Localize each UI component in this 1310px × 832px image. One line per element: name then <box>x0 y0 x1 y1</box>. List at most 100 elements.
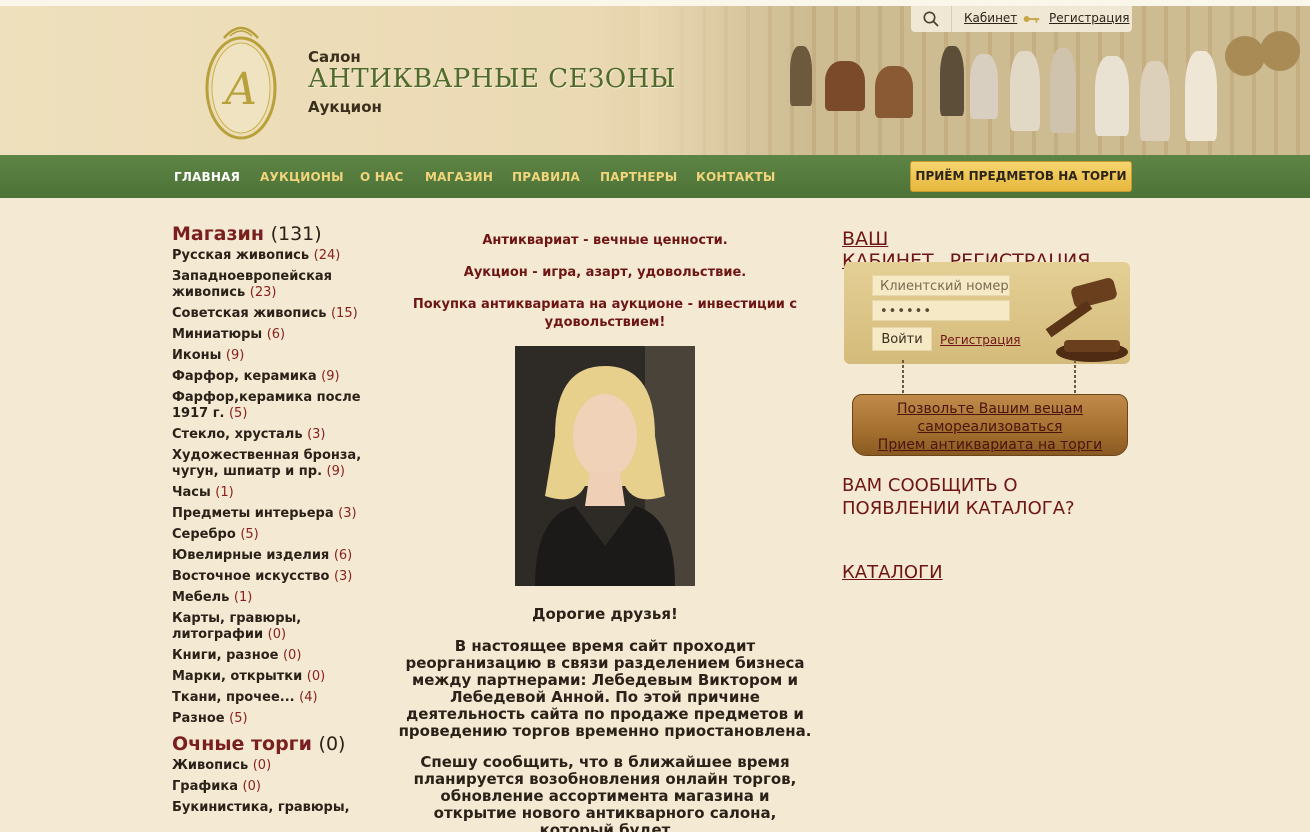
nav-item-auctions[interactable]: АУКЦИОНЫ <box>260 170 344 184</box>
shop-item-count: (15) <box>330 306 358 321</box>
shop-item-label[interactable]: Ювелирные изделия <box>172 548 329 563</box>
shop-item-label[interactable]: Разное <box>172 711 225 726</box>
shop-item-label[interactable]: Иконы <box>172 348 221 363</box>
shop-item-label[interactable]: Советская живопись <box>172 306 326 321</box>
shop-item-count: (1) <box>233 590 253 605</box>
shop-item[interactable]: Часы (1) <box>172 485 372 501</box>
svg-text:A: A <box>221 64 257 115</box>
catalogs-link[interactable]: КАТАЛОГИ <box>842 562 943 583</box>
password-input[interactable]: •••••• <box>872 300 1010 321</box>
shop-item-label[interactable]: Миниатюры <box>172 327 262 342</box>
shop-item-label[interactable]: Марки, открытки <box>172 669 302 684</box>
shop-item-count: (1) <box>215 485 234 500</box>
sign-line-3[interactable]: Прием антиквариата на торги <box>853 436 1127 454</box>
shop-item[interactable]: Фарфор, керамика (9) <box>172 369 372 385</box>
nav-item-about[interactable]: О НАС <box>360 170 404 184</box>
login-button[interactable]: Войти <box>872 327 932 351</box>
portrait-image <box>515 346 695 586</box>
shop-item-count: (5) <box>229 711 248 726</box>
shop-item-label[interactable]: Русская живопись <box>172 248 309 263</box>
shop-item-label[interactable]: Фарфор,керамика после 1917 г. <box>172 390 361 421</box>
shop-item[interactable]: Разное (5) <box>172 711 372 727</box>
shop-item-count: (5) <box>228 406 248 421</box>
greeting: Дорогие друзья! <box>532 605 678 623</box>
shop-item[interactable]: Предметы интерьера (3) <box>172 506 372 522</box>
shop-item[interactable]: Мебель (1) <box>172 590 372 606</box>
logo-icon[interactable]: A <box>202 18 280 142</box>
shop-item[interactable]: Фарфор,керамика после 1917 г. (5) <box>172 390 372 422</box>
search-icon[interactable] <box>922 10 940 28</box>
shop-item[interactable]: Марки, открытки (0) <box>172 669 372 685</box>
sign-chain-left <box>902 360 904 398</box>
shop-item[interactable]: Ткани, прочее... (4) <box>172 690 372 706</box>
live-auctions-heading[interactable]: Очные торги (0) <box>172 732 372 756</box>
nav-item-partners[interactable]: ПАРТНЕРЫ <box>600 170 677 184</box>
live-item-label[interactable]: Графика <box>172 779 238 794</box>
shop-item-count: (4) <box>299 690 318 705</box>
shop-item[interactable]: Советская живопись (15) <box>172 306 372 322</box>
shop-item-label[interactable]: Книги, разное <box>172 648 278 663</box>
shop-item-label[interactable]: Фарфор, керамика <box>172 369 317 384</box>
shop-item[interactable]: Ювелирные изделия (6) <box>172 548 372 564</box>
live-auctions-title[interactable]: Очные торги <box>172 733 312 755</box>
login-panel: Клиентский номер •••••• Войти Регистраци… <box>844 262 1130 364</box>
reorganization-paragraph: В настоящее время сайт проходит реоргани… <box>398 637 812 740</box>
submit-items-button[interactable]: ПРИЁМ ПРЕДМЕТОВ НА ТОРГИ <box>910 161 1132 192</box>
shop-heading-title[interactable]: Магазин <box>172 223 264 245</box>
brand-title[interactable]: АНТИКВАРНЫЕ СЕЗОНЫ <box>308 64 676 94</box>
live-item-label[interactable]: Живопись <box>172 758 248 773</box>
tagline-antiques: Антиквариат - вечные ценности. <box>482 233 728 248</box>
topbar-divider <box>951 6 952 32</box>
register-link[interactable]: Регистрация <box>1049 11 1129 25</box>
cabinet-link[interactable]: Кабинет <box>964 11 1017 25</box>
shop-item-label[interactable]: Ткани, прочее... <box>172 690 295 705</box>
shop-item-count: (9) <box>326 464 345 479</box>
shop-item-count: (0) <box>306 669 326 684</box>
gavel-icon <box>1045 278 1128 362</box>
shop-item[interactable]: Западноевропейская живопись (23) <box>172 269 372 301</box>
shop-item-label[interactable]: Восточное искусство <box>172 569 329 584</box>
shop-item-count: (23) <box>249 285 277 300</box>
nav-item-home[interactable]: ГЛАВНАЯ <box>174 170 240 184</box>
shop-item-count: (5) <box>240 527 259 542</box>
nav-item-shop[interactable]: МАГАЗИН <box>425 170 493 184</box>
shop-item-label[interactable]: Мебель <box>172 590 229 605</box>
nav-item-contacts[interactable]: КОНТАКТЫ <box>696 170 776 184</box>
sign-line-1[interactable]: Позвольте Вашим вещам <box>853 400 1127 418</box>
catalog-notify-link[interactable]: ВАМ СООБЩИТЬ О ПОЯВЛЕНИИ КАТАЛОГА? <box>842 474 1092 520</box>
shop-item[interactable]: Миниатюры (6) <box>172 327 372 343</box>
shop-item-count: (24) <box>313 248 341 263</box>
client-number-input[interactable]: Клиентский номер <box>872 275 1010 296</box>
tagline-auction: Аукцион - игра, азарт, удовольствие. <box>463 265 747 280</box>
login-register-link[interactable]: Регистрация <box>940 333 1020 347</box>
shop-item-count: (0) <box>282 648 302 663</box>
shop-heading[interactable]: Магазин (131) <box>172 222 372 246</box>
live-item[interactable]: Графика (0) <box>172 779 372 795</box>
shop-item-label[interactable]: Серебро <box>172 527 236 542</box>
shop-item-count: (3) <box>307 427 326 442</box>
shop-item[interactable]: Русская живопись (24) <box>172 248 372 264</box>
nav-item-rules[interactable]: ПРАВИЛА <box>512 170 580 184</box>
shop-item-label[interactable]: Предметы интерьера <box>172 506 334 521</box>
shop-item[interactable]: Восточное искусство (3) <box>172 569 372 585</box>
brand-auction: Аукцион <box>308 98 382 116</box>
shop-item[interactable]: Карты, гравюры, литографии (0) <box>172 611 372 643</box>
live-item[interactable]: Букинистика, гравюры, <box>172 800 372 816</box>
consignment-sign[interactable]: Позвольте Вашим вещам самореализоваться … <box>852 394 1128 456</box>
shop-item[interactable]: Художественная бронза, чугун, шпиатр и п… <box>172 448 372 480</box>
shop-item-label[interactable]: Стекло, хрусталь <box>172 427 303 442</box>
live-item[interactable]: Живопись (0) <box>172 758 372 774</box>
shop-category-list: Русская живопись (24) Западноевропейская … <box>172 248 372 727</box>
live-item-count: (0) <box>242 779 261 794</box>
shop-item[interactable]: Серебро (5) <box>172 527 372 543</box>
category-sidebar: Магазин (131) Русская живопись (24) Запад… <box>172 222 372 821</box>
live-item-count: (0) <box>252 758 272 773</box>
shop-item-label[interactable]: Часы <box>172 485 211 500</box>
shop-item-count: (0) <box>267 627 287 642</box>
live-item-label[interactable]: Букинистика, гравюры, <box>172 800 350 815</box>
shop-item[interactable]: Книги, разное (0) <box>172 648 372 664</box>
shop-item[interactable]: Стекло, хрусталь (3) <box>172 427 372 443</box>
sign-line-2[interactable]: самореализоваться <box>853 418 1127 436</box>
shop-item[interactable]: Иконы (9) <box>172 348 372 364</box>
shop-heading-count: (131) <box>270 223 322 245</box>
